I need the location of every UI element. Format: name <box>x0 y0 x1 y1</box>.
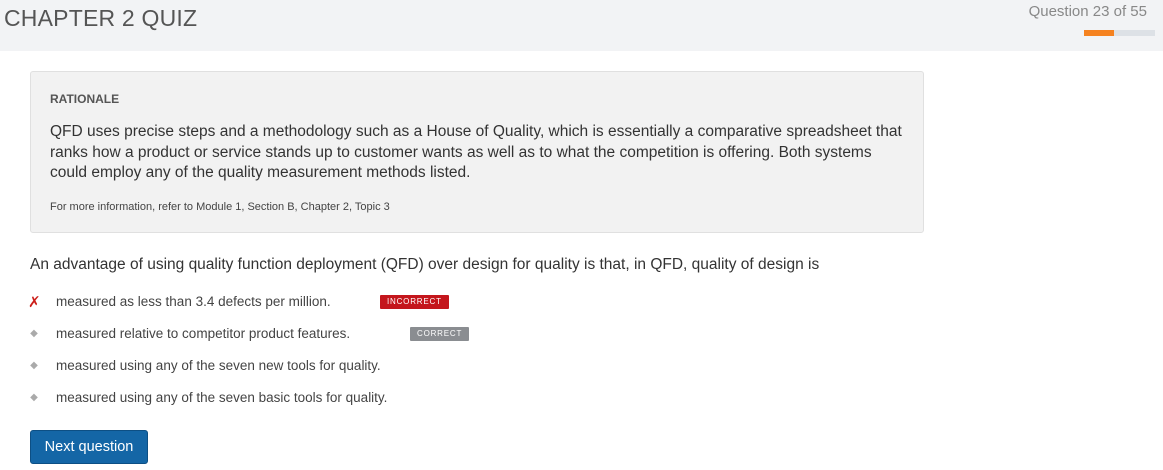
answer-option-4[interactable]: ◆ measured using any of the seven basic … <box>0 389 700 409</box>
answer-option-1[interactable]: ✗ measured as less than 3.4 defects per … <box>0 293 700 313</box>
bullet-diamond-icon: ◆ <box>30 328 38 339</box>
progress-bar <box>1084 30 1155 36</box>
bullet-diamond-icon: ◆ <box>30 360 38 371</box>
next-question-button[interactable]: Next question <box>30 430 148 464</box>
bullet-diamond-icon: ◆ <box>30 392 38 403</box>
quiz-header: CHAPTER 2 QUIZ Question 23 of 55 <box>0 0 1163 51</box>
incorrect-badge: INCORRECT <box>380 295 449 309</box>
answer-text: measured relative to competitor product … <box>56 326 351 341</box>
rationale-panel: RATIONALE QFD uses precise steps and a m… <box>30 71 924 233</box>
answer-option-3[interactable]: ◆ measured using any of the seven new to… <box>0 357 700 377</box>
answer-text: measured as less than 3.4 defects per mi… <box>56 294 331 309</box>
answer-option-2[interactable]: ◆ measured relative to competitor produc… <box>0 325 700 345</box>
question-progress-text: Question 23 of 55 <box>1028 3 1147 20</box>
correct-badge: CORRECT <box>410 327 470 341</box>
rationale-reference: For more information, refer to Module 1,… <box>50 201 390 213</box>
answer-text: measured using any of the seven new tool… <box>56 358 381 373</box>
rationale-text: QFD uses precise steps and a methodology… <box>50 123 902 181</box>
incorrect-x-icon: ✗ <box>28 294 41 311</box>
question-text: An advantage of using quality function d… <box>30 256 820 273</box>
progress-bar-fill <box>1084 30 1114 36</box>
answer-text: measured using any of the seven basic to… <box>56 390 388 405</box>
quiz-title: CHAPTER 2 QUIZ <box>4 5 198 31</box>
rationale-heading: RATIONALE <box>50 92 120 106</box>
